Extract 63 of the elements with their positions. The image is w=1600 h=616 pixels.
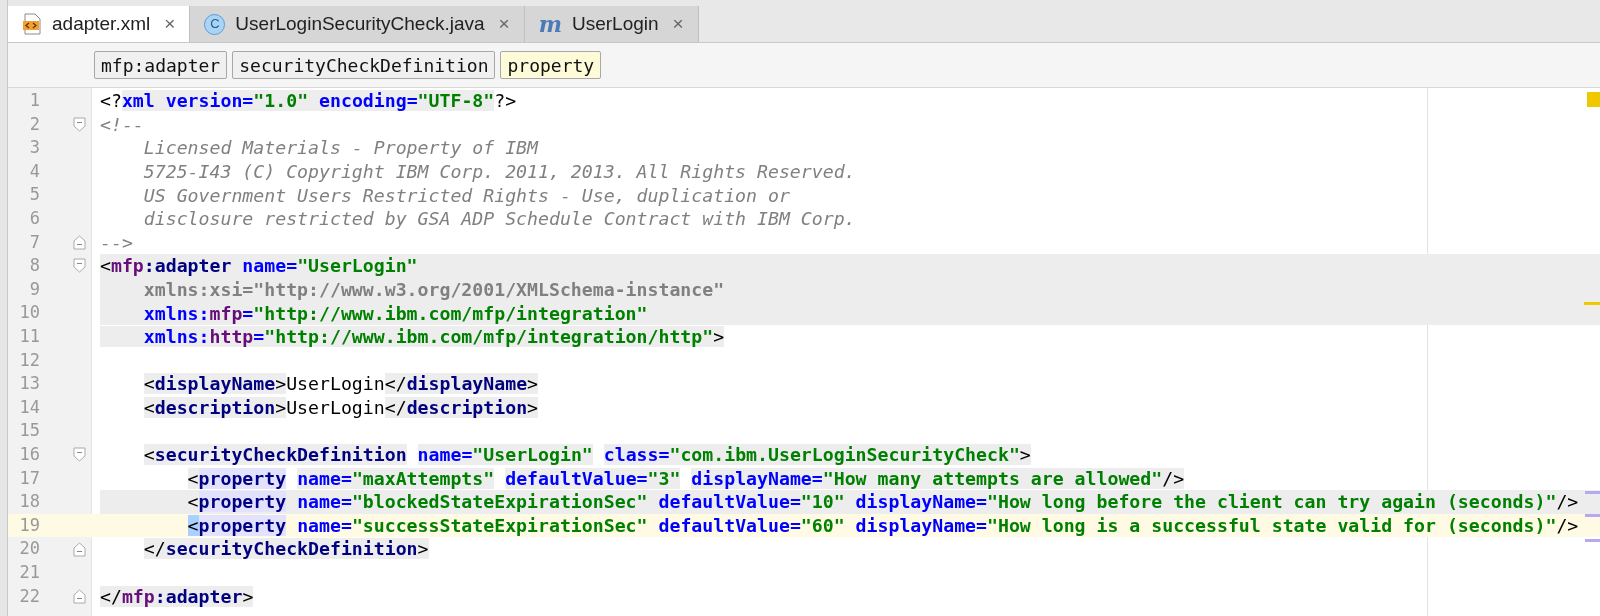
line-number: 4 (29, 159, 40, 183)
fold-marker-icon[interactable] (73, 541, 86, 557)
tab-label: UserLoginSecurityCheck.java (235, 11, 485, 36)
code-line: --> (100, 230, 133, 255)
line-number: 11 (19, 325, 40, 348)
scrollbar-marker[interactable] (1587, 92, 1600, 107)
code-line: <?xml version="1.0" encoding="UTF-8"?> (100, 89, 517, 114)
code-line: xmlns:xsi="http://www.w3.org/2001/XMLSchema-instance" (142, 277, 725, 302)
scrollbar-marker[interactable] (1585, 514, 1600, 517)
line-number: 20 (19, 537, 40, 561)
line-number: 3 (29, 136, 40, 160)
scrollbar-marker[interactable] (1585, 539, 1600, 542)
breadcrumb[interactable]: mfp:adapter (94, 51, 228, 79)
code-line: <property name="successStateExpirationSec" defaultValue="60" displayName="How long is a successful state valid for (seconds)"/> (186, 513, 1579, 538)
line-number: 7 (29, 230, 40, 254)
fold-marker-icon[interactable] (73, 116, 86, 132)
editor-tab[interactable]: m UserLogin × (524, 6, 699, 42)
code-line: US Government Users Restricted Rights - Use, duplication or (142, 183, 790, 208)
code-line: disclosure restricted by GSA ADP Schedule Contract with IBM Corp. (142, 207, 856, 232)
line-number: 9 (29, 277, 40, 301)
line-number: 19 (19, 513, 40, 537)
editor-tab[interactable]: adapter.xml × (8, 6, 191, 42)
line-number: 2 (29, 112, 40, 136)
code-line: <description>UserLogin</description> (142, 395, 539, 420)
xml-file-icon (22, 13, 42, 35)
close-icon[interactable]: × (672, 9, 684, 39)
line-number: 17 (19, 466, 40, 490)
code-line: <mfp:adapter name="UserLogin" (100, 254, 418, 279)
code-line: </mfp:adapter> (100, 584, 254, 609)
code-line: xmlns:mfp="http://www.ibm.com/mfp/integration" (142, 301, 648, 326)
code-line: 5725-I43 (C) Copyright IBM Corp. 2011, 2013. All Rights Reserved. (142, 159, 856, 184)
module-icon: m (538, 13, 562, 35)
class-icon: C (204, 13, 226, 35)
code-line: <property name="blockedStateExpirationSec" defaultValue="10" displayName="How long before the client can try again (seconds)"/> (186, 490, 1579, 515)
editor-tab[interactable]: C UserLoginSecurityCheck.java × (190, 6, 525, 42)
line-number: 16 (19, 442, 40, 466)
scrollbar-marker[interactable] (1584, 302, 1600, 305)
line-number: 21 (19, 560, 40, 584)
line-number: 12 (19, 348, 40, 372)
fold-marker-icon[interactable] (73, 234, 86, 250)
code-line: <!-- (100, 112, 144, 137)
fold-marker-icon[interactable] (73, 258, 86, 274)
line-number: 18 (19, 490, 40, 514)
code-line: </securityCheckDefinition> (142, 537, 429, 562)
breadcrumb[interactable]: securityCheckDefinition (232, 51, 496, 79)
line-number: 15 (19, 419, 40, 443)
line-number: 5 (29, 183, 40, 207)
tab-label: UserLogin (571, 11, 659, 36)
line-number: 1 (29, 89, 40, 113)
line-number: 14 (19, 395, 40, 419)
line-number: 13 (19, 372, 40, 396)
line-number: 8 (29, 254, 40, 278)
breadcrumb[interactable]: property (500, 51, 602, 79)
line-number: 22 (19, 584, 40, 608)
tab-label: adapter.xml (52, 11, 151, 36)
code-line: Licensed Materials - Property of IBM (142, 136, 538, 161)
line-number: 10 (19, 301, 40, 325)
fold-marker-icon[interactable] (73, 447, 86, 463)
close-icon[interactable]: × (498, 9, 510, 39)
line-number: 6 (29, 207, 40, 230)
scrollbar-marker[interactable] (1585, 491, 1600, 494)
fold-marker-icon[interactable] (73, 588, 86, 604)
close-icon[interactable]: × (164, 9, 176, 39)
